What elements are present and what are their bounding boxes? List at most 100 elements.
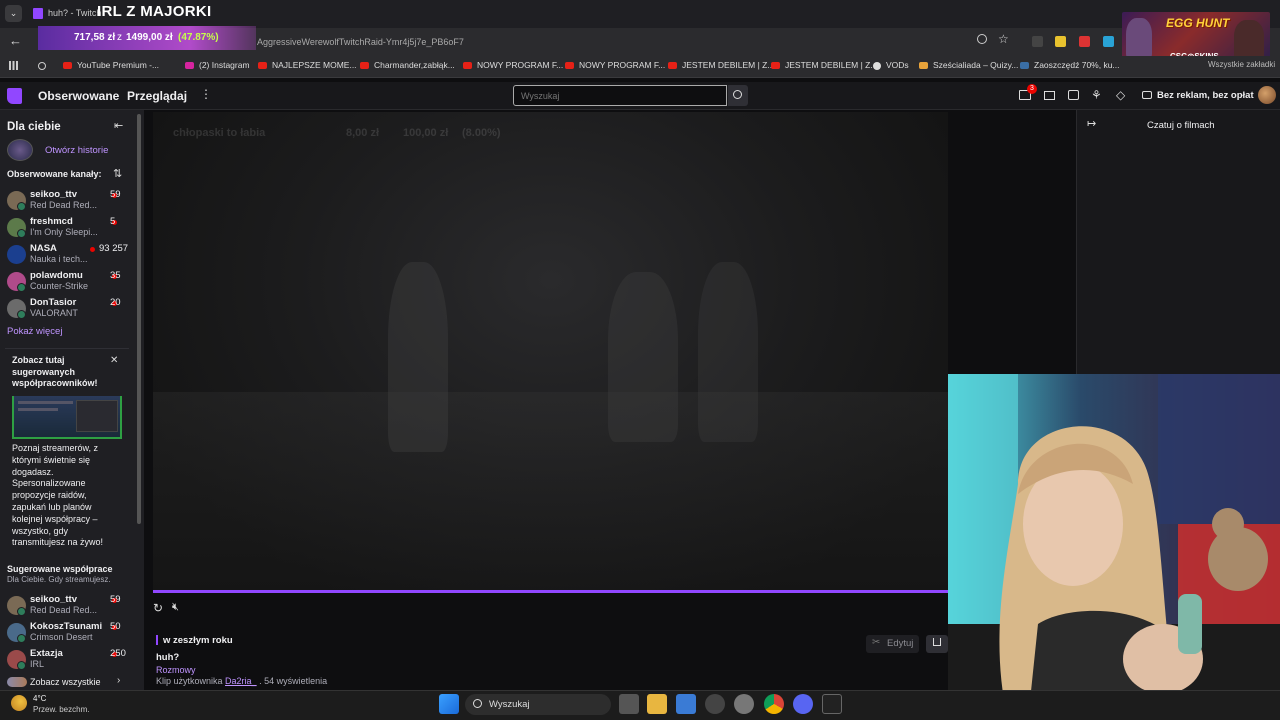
clip-author-link[interactable]: Da2ria_ bbox=[225, 676, 257, 686]
bookmark-item[interactable]: Sześcialiada – Quizy... bbox=[919, 60, 1018, 70]
discord-icon[interactable] bbox=[793, 694, 813, 714]
video-figure bbox=[698, 262, 758, 442]
webcam-picture bbox=[948, 374, 1280, 720]
followed-channel-row[interactable]: seikoo_ttv Red Dead Red... 59 bbox=[7, 189, 139, 215]
nav-following[interactable]: Obserwowane bbox=[38, 89, 119, 103]
share-button[interactable] bbox=[926, 635, 948, 653]
bookmark-item[interactable]: JESTEM DEBILEM | Z... bbox=[771, 60, 877, 70]
task-view-icon[interactable] bbox=[619, 694, 639, 714]
open-history-link[interactable]: Otwórz historie bbox=[45, 145, 108, 156]
extension-icon-3[interactable] bbox=[1079, 36, 1090, 47]
followed-channel-row[interactable]: NASA Nauka i tech... 93 257 bbox=[7, 243, 139, 269]
settings-icon[interactable] bbox=[734, 694, 754, 714]
bookmark-item[interactable]: NAJLEPSZE MOME... bbox=[258, 60, 357, 70]
youtube-icon bbox=[360, 62, 369, 70]
zoom-icon[interactable] bbox=[977, 34, 987, 44]
controls-bar bbox=[153, 590, 948, 622]
extension-icon-2[interactable] bbox=[1055, 36, 1066, 47]
edit-button[interactable]: ✂ Edytuj bbox=[866, 635, 919, 653]
user-avatar[interactable] bbox=[1258, 86, 1276, 104]
bookmark-item[interactable]: (2) Instagram bbox=[185, 60, 250, 70]
channel-name: NASA bbox=[30, 243, 57, 254]
bookmark-item[interactable]: JESTEM DEBILEM | Z... bbox=[668, 60, 774, 70]
promo-title: Zobacz tutaj sugerowanych współpracownik… bbox=[12, 355, 98, 388]
bookmarks-overflow[interactable]: Wszystkie zakładki bbox=[1208, 60, 1275, 69]
bookmark-item[interactable]: NOWY PROGRAM F... bbox=[565, 60, 665, 70]
promo-body: Poznaj streamerów, z którymi świetnie si… bbox=[12, 443, 104, 548]
video-player[interactable]: chłopaski to łabia 8,00 zł 100,00 zł (8.… bbox=[153, 112, 948, 622]
replay-icon[interactable]: ↻ bbox=[153, 601, 163, 615]
youtube-icon bbox=[565, 62, 574, 70]
suggested-channel-row[interactable]: KokoszTsunami Crimson Desert 50 bbox=[7, 621, 139, 647]
app-icon[interactable] bbox=[705, 694, 725, 714]
chat-bubble-icon[interactable] bbox=[1068, 90, 1079, 100]
windows-taskbar bbox=[0, 690, 1280, 720]
nav-browse[interactable]: Przeglądaj bbox=[127, 89, 187, 103]
sort-icon[interactable]: ⇅ bbox=[113, 167, 122, 180]
left-sidebar: Dla ciebie ⇤ Otwórz historie Obserwowane… bbox=[0, 110, 144, 690]
weather-icon[interactable] bbox=[11, 695, 27, 711]
donation-goal-overlay: 717,58 zł z 1499,00 zł (47.87%) bbox=[38, 26, 256, 50]
mute-icon[interactable]: 🔇︎ bbox=[172, 601, 179, 614]
back-icon[interactable]: ← bbox=[9, 33, 22, 48]
whispers-icon[interactable] bbox=[1044, 91, 1055, 100]
followed-channel-row[interactable]: polawdomu Counter-Strike 35 bbox=[7, 270, 139, 296]
extension-icon[interactable]: ⚘ bbox=[1091, 88, 1102, 102]
url-text[interactable]: AggressiveWerewolfTwitchRaid-Ymr4j5j7e_P… bbox=[257, 37, 464, 47]
sidebar-scrollbar[interactable] bbox=[137, 114, 141, 524]
ghost-goal-amount: 8,00 zł bbox=[346, 127, 380, 139]
browser-tab-title[interactable]: huh? - Twitch bbox=[48, 8, 101, 18]
twitch-logo-icon[interactable] bbox=[7, 88, 22, 104]
viewer-count: 250 bbox=[110, 648, 126, 659]
followed-channel-row[interactable]: freshmcd I'm Only Sleepi... 5 bbox=[7, 216, 139, 242]
tab-list-button[interactable]: ⌄ bbox=[5, 5, 22, 22]
scissors-icon: ✂ bbox=[872, 637, 881, 648]
windows-start-icon[interactable] bbox=[439, 694, 459, 714]
no-ads-button[interactable]: Bez reklam, bez opłat bbox=[1157, 90, 1254, 101]
bits-icon[interactable]: ◇ bbox=[1116, 88, 1125, 102]
suggested-channel-row[interactable]: Extazja IRL 250 bbox=[7, 648, 139, 674]
bookmark-item[interactable]: Zaoszczędź 70%, ku... bbox=[1020, 60, 1120, 70]
see-all-link[interactable]: Zobacz wszystkie bbox=[30, 677, 101, 687]
promo-close-icon[interactable]: ✕ bbox=[110, 355, 118, 366]
collapse-chat-icon[interactable]: ↦ bbox=[1087, 117, 1096, 130]
extension-icon-1[interactable] bbox=[1032, 36, 1043, 47]
bookmark-item[interactable]: YouTube Premium -... bbox=[63, 60, 159, 70]
star-icon[interactable]: ☆ bbox=[998, 32, 1009, 46]
bookmark-item[interactable]: NOWY PROGRAM F... bbox=[463, 60, 563, 70]
video-figure bbox=[388, 262, 448, 452]
channel-game: Red Dead Red... bbox=[30, 200, 98, 210]
youtube-icon bbox=[258, 62, 267, 70]
terminal-icon[interactable] bbox=[822, 694, 842, 714]
bookmark-item[interactable]: Charmander,zabłąk... bbox=[360, 60, 455, 70]
weather-desc: Przew. bezchm. bbox=[33, 705, 90, 714]
bookmark-globe-icon[interactable] bbox=[38, 62, 46, 70]
store-icon[interactable] bbox=[676, 694, 696, 714]
show-more-link[interactable]: Pokaż więcej bbox=[7, 326, 62, 337]
bookmark-item[interactable]: VODs bbox=[873, 60, 909, 70]
file-explorer-icon[interactable] bbox=[647, 694, 667, 714]
taskbar-search[interactable]: Wyszukaj bbox=[465, 694, 611, 715]
clip-byline: Klip użytkownika Da2ria_ . 54 wyświetlen… bbox=[156, 676, 327, 686]
clip-category[interactable]: Rozmowy bbox=[156, 665, 196, 675]
search-input[interactable] bbox=[513, 85, 727, 106]
youtube-icon bbox=[668, 62, 677, 70]
channel-name: polawdomu bbox=[30, 270, 83, 281]
collapse-sidebar-icon[interactable]: ⇤ bbox=[114, 119, 123, 132]
apps-grid-icon[interactable] bbox=[9, 61, 18, 70]
followed-channel-row[interactable]: DonTasior VALORANT 20 bbox=[7, 297, 139, 323]
history-avatar[interactable] bbox=[7, 139, 33, 161]
progress-track[interactable] bbox=[153, 590, 948, 593]
channel-avatar bbox=[7, 245, 26, 264]
live-badge-icon bbox=[17, 634, 26, 643]
chrome-icon[interactable] bbox=[764, 694, 784, 714]
stream-title-overlay: IRL Z MAJORKI bbox=[97, 3, 212, 20]
chevron-right-icon[interactable]: › bbox=[117, 675, 120, 686]
notif-badge: 3 bbox=[1027, 84, 1037, 94]
extension-icon-4[interactable] bbox=[1103, 36, 1114, 47]
more-menu-icon[interactable]: ⋮ bbox=[200, 87, 212, 101]
suggested-channel-row[interactable]: seikoo_ttv Red Dead Red... 59 bbox=[7, 594, 139, 620]
viewer-count: 35 bbox=[110, 270, 121, 281]
live-dot-icon bbox=[90, 247, 95, 252]
search-button[interactable] bbox=[728, 85, 748, 106]
